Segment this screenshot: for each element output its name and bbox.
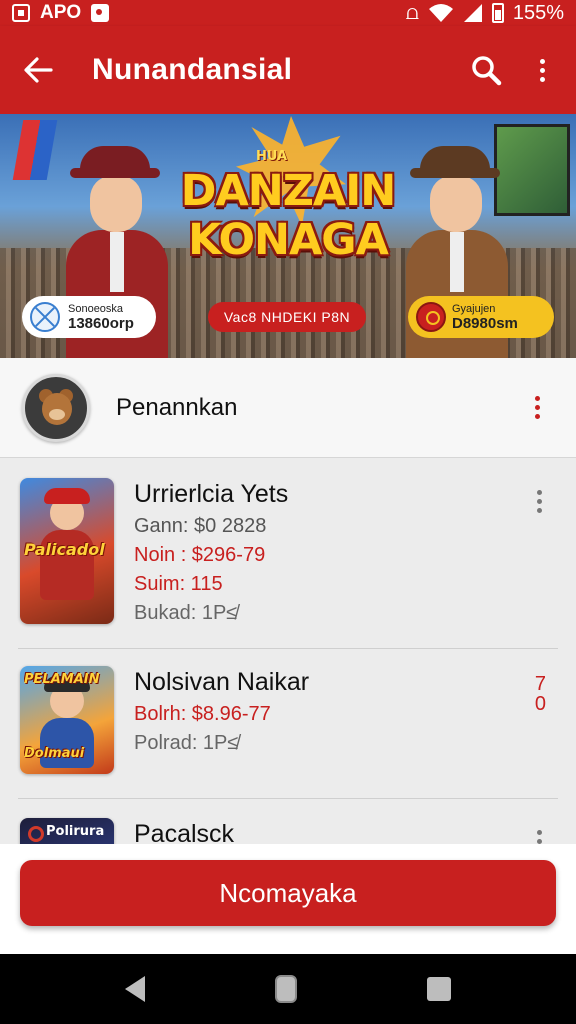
vibrate-icon: ⩍ [405,2,419,24]
globe-icon [30,302,60,332]
notification-icon [12,4,30,22]
list-item[interactable]: Palicadol Urrierlcia Yets Gann: $0 2828 … [0,474,576,648]
primary-action-button[interactable]: Ncomayaka [20,860,556,926]
item-menu-button[interactable] [530,486,548,516]
divider [18,798,558,799]
carrier-label: APO [40,2,82,23]
item-detail: Bukad: 1P≰ [134,602,238,624]
bottom-action-area: Ncomayaka [0,844,576,954]
item-title: Urrierlcia Yets [134,480,289,508]
pill-left-value: 13860orp [68,314,134,332]
flag-decoration [12,120,58,180]
nav-back-icon[interactable] [125,976,145,1002]
item-title: Pacalsck [134,820,235,844]
coin-icon [416,302,446,332]
back-button[interactable] [0,26,76,114]
profile-row[interactable]: Penannkan [0,358,576,458]
status-bar: APO ⩍ 155% [0,0,576,26]
banner-cta-pill[interactable]: Vac8 NHDEKI P8N [208,302,366,332]
pill-right-label: Gyajujen [452,302,496,315]
thumbnail-label: PELAMAIN [24,672,100,687]
signal-icon [463,4,482,22]
pill-right-value: D8980sm [452,314,518,332]
game-thumbnail[interactable]: Palicadol [20,478,114,624]
item-detail: Bolrh: $8.96-77 [134,703,271,725]
app-notification-icon [91,4,110,22]
banner-stat-pill-left[interactable]: Sonoeoska 13860orp [22,296,156,338]
banner-logo-line1: DANZAIN [180,166,396,216]
banner-stat-pill-right[interactable]: Gyajujen D8980sm [408,296,554,338]
item-badge: 7 0 [535,674,546,714]
item-detail: Noin : $296-79 [134,544,266,566]
search-button[interactable] [456,26,516,114]
thumbnail-label: Palicadol [24,540,105,559]
system-nav-bar [0,954,576,1024]
item-badge-value: 7 0 [534,673,546,715]
list-item[interactable]: Polirura Pacalsck [0,814,576,844]
thumbnail-label: Polirura [46,824,105,839]
game-thumbnail[interactable]: PELAMAIN Dolmaui [20,666,114,774]
battery-percent: 155% [512,1,564,24]
wifi-icon [428,4,453,22]
overflow-menu-button[interactable] [516,26,568,114]
banner-logo-small: HUA [256,149,288,164]
battery-icon [491,3,504,23]
game-thumbnail[interactable]: Polirura [20,818,114,844]
divider [18,648,558,649]
more-vertical-icon [536,829,542,845]
item-menu-button[interactable] [530,826,548,844]
nav-recents-icon[interactable] [427,977,451,1001]
more-vertical-icon [534,396,540,419]
profile-name: Penannkan [116,393,238,421]
ring-icon [28,826,44,842]
profile-menu-button[interactable] [528,388,546,428]
banner-logo: HUA DANZAIN KONAGA [168,150,408,265]
page-title: Nunandansial [92,53,293,86]
search-icon [472,56,502,86]
thumbnail-label: Dolmaui [24,746,85,761]
app-bar: Nunandansial [0,26,576,114]
app-screen: APO ⩍ 155% Nunandansial HUA DANZAIN KONA… [0,0,576,1024]
item-detail: Polrad: 1P≰ [134,732,239,754]
item-title: Nolsivan Naikar [134,668,310,696]
item-detail: Gann: $0 2828 [134,515,267,537]
avatar[interactable] [22,373,90,442]
nav-home-icon[interactable] [275,975,297,1003]
more-vertical-icon [536,489,542,513]
pill-left-label: Sonoeoska [68,302,124,315]
banner-logo-line2: KONAGA [188,215,389,265]
game-list: Palicadol Urrierlcia Yets Gann: $0 2828 … [0,460,576,844]
arrow-left-icon [24,57,53,83]
more-vertical-icon [539,58,545,82]
list-item[interactable]: PELAMAIN Dolmaui Nolsivan Naikar Bolrh: … [0,662,576,796]
item-detail: Suim: 115 [134,573,223,595]
